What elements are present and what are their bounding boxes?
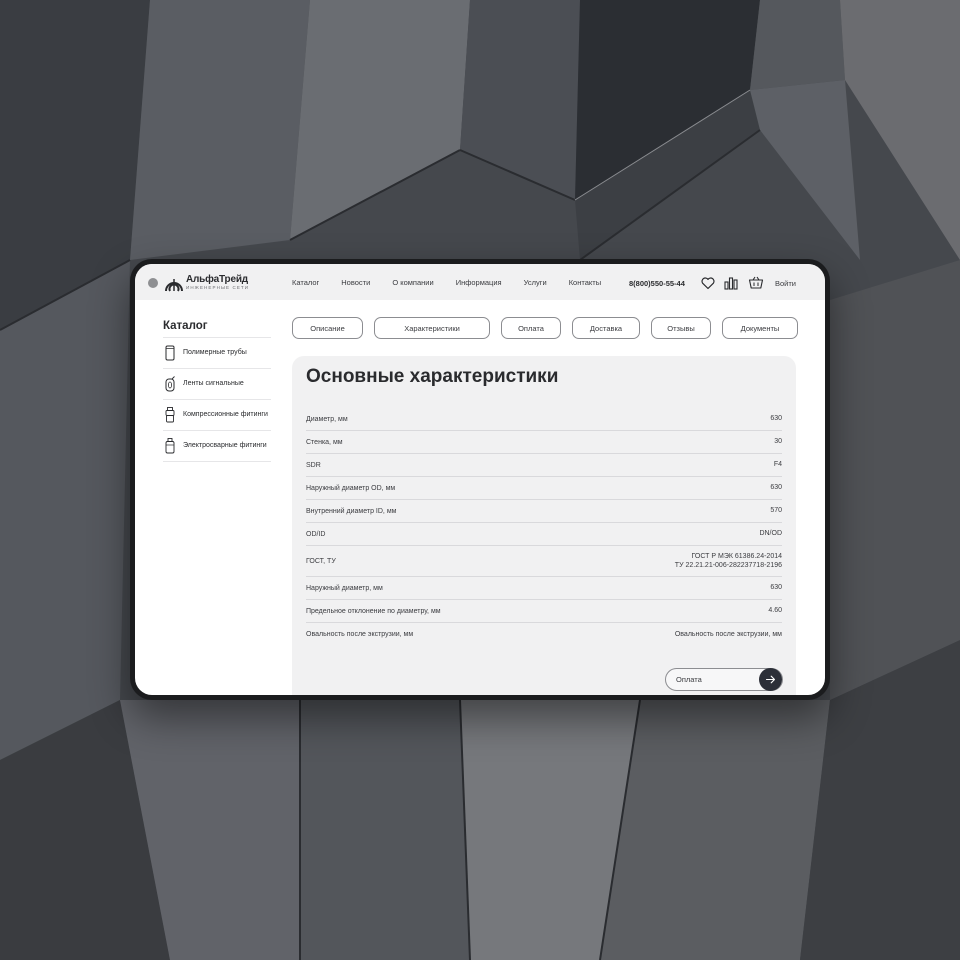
spec-name: Предельное отклонение по диаметру, мм [306,607,441,615]
nav-about[interactable]: О компании [392,278,433,287]
nav-services[interactable]: Услуги [524,278,547,287]
spec-value-line: ГОСТ Р МЭК 61386.24-2014 [691,552,782,560]
nav-contacts[interactable]: Контакты [569,278,601,287]
spec-row: SDR F4 [306,454,782,477]
sidebar-item-label: Электросварные фитинги [183,441,267,449]
product-tabs: Описание Характеристики Оплата Доставка … [292,317,798,339]
sidebar-item-signal-tapes[interactable]: Ленты сигнальные [163,369,271,400]
compare-icon[interactable] [723,275,739,291]
sidebar-list: Полимерные трубы Ленты сигнальные Компре… [163,337,271,462]
logo-name: АльфаТрейд [186,274,248,286]
tablet-screen: АльфаТрейд ИНЖЕНЕРНЫЕ СЕТИ Каталог Новос… [135,264,825,695]
spec-row: Стенка, мм 30 [306,431,782,454]
nav-catalog[interactable]: Каталог [292,278,319,287]
spec-value: 630 [770,584,782,592]
spec-row: Внутренний диаметр ID, мм 570 [306,500,782,523]
pipe-icon [165,345,175,361]
login-link[interactable]: Войти [775,279,796,288]
tab-delivery[interactable]: Доставка [572,317,640,339]
nav-news[interactable]: Новости [341,278,370,287]
logo[interactable]: АльфаТрейд ИНЖЕНЕРНЫЕ СЕТИ [163,273,249,293]
electrofusion-fitting-icon [165,438,175,454]
sidebar-item-electrofusion-fittings[interactable]: Электросварные фитинги [163,431,271,462]
spec-row: Наружный диаметр OD, мм 630 [306,477,782,500]
specs-card: Основные характеристики Диаметр, мм 630 … [292,356,796,695]
spec-row: Наружный диаметр, мм 630 [306,577,782,600]
tape-roll-icon [165,376,175,392]
spec-value: 570 [770,507,782,515]
spec-name: Стенка, мм [306,438,343,446]
cart-icon[interactable] [748,275,764,291]
sidebar-item-label: Ленты сигнальные [183,379,244,387]
spec-name: OD/ID [306,530,326,538]
tab-description[interactable]: Описание [292,317,363,339]
spec-value: 630 [770,415,782,423]
tab-characteristics[interactable]: Характеристики [374,317,490,339]
sidebar-title: Каталог [163,320,208,332]
spec-value: F4 [773,461,782,469]
spec-name: ГОСТ, ТУ [306,557,336,565]
heart-icon[interactable] [700,275,716,291]
phone-number[interactable]: 8(800)550-55-44 [629,279,685,288]
spec-name: SDR [306,461,321,469]
tab-documents[interactable]: Документы [722,317,798,339]
catalog-sidebar: Каталог Полимерные трубы Ленты сигнальны… [163,320,271,462]
logo-mark-icon [165,279,183,292]
tab-payment[interactable]: Оплата [501,317,561,339]
spec-name: Наружный диаметр, мм [306,584,383,592]
site-header: АльфаТрейд ИНЖЕНЕРНЫЕ СЕТИ Каталог Новос… [135,264,825,300]
camera-icon [148,278,158,288]
spec-value: 630 [770,484,782,492]
spec-value: 30 [774,438,782,446]
arrow-right-icon[interactable] [759,668,782,691]
nav-information[interactable]: Информация [456,278,502,287]
sidebar-item-compression-fittings[interactable]: Компрессионные фитинги [163,400,271,431]
main-nav: Каталог Новости О компании Информация Ус… [292,264,623,300]
sidebar-item-label: Компрессионные фитинги [183,410,268,418]
spec-value: ГОСТ Р МЭК 61386.24-2014 ТУ 22.21.21-006… [675,552,782,571]
spec-name: Овальность после экструзии, мм [306,631,414,638]
spec-row: Предельное отклонение по диаметру, мм 4.… [306,600,782,623]
page-title: Основные характеристики [306,366,559,387]
spec-value: DN/OD [759,530,782,538]
spec-name: Наружный диаметр OD, мм [306,484,396,492]
pay-button[interactable]: Оплата [665,668,783,691]
tab-reviews[interactable]: Отзывы [651,317,711,339]
compression-fitting-icon [165,407,175,423]
arrow-right-glyph [765,675,776,684]
spec-row: Диаметр, мм 630 [306,408,782,431]
spec-row: Овальность после экструзии, мм Овальност… [306,623,782,646]
spec-value: Овальность после экструзии, мм [674,630,782,638]
sidebar-item-label: Полимерные трубы [183,348,247,356]
spec-name: Внутренний диаметр ID, мм [306,507,397,515]
spec-name: Диаметр, мм [306,415,348,423]
specs-table: Диаметр, мм 630 Стенка, мм 30 SDR F4 Нар… [306,408,782,646]
logo-subtitle: ИНЖЕНЕРНЫЕ СЕТИ [186,285,250,291]
spec-row: OD/ID DN/OD [306,523,782,546]
sidebar-item-polymer-pipes[interactable]: Полимерные трубы [163,338,271,369]
spec-value-line: ТУ 22.21.21-006-282237718-2196 [674,562,782,569]
spec-value: 4.60 [768,607,782,615]
spec-row: ГОСТ, ТУ ГОСТ Р МЭК 61386.24-2014 ТУ 22.… [306,546,782,577]
tablet-frame: АльфаТрейд ИНЖЕНЕРНЫЕ СЕТИ Каталог Новос… [130,259,830,700]
pay-button-label: Оплата [676,675,702,684]
